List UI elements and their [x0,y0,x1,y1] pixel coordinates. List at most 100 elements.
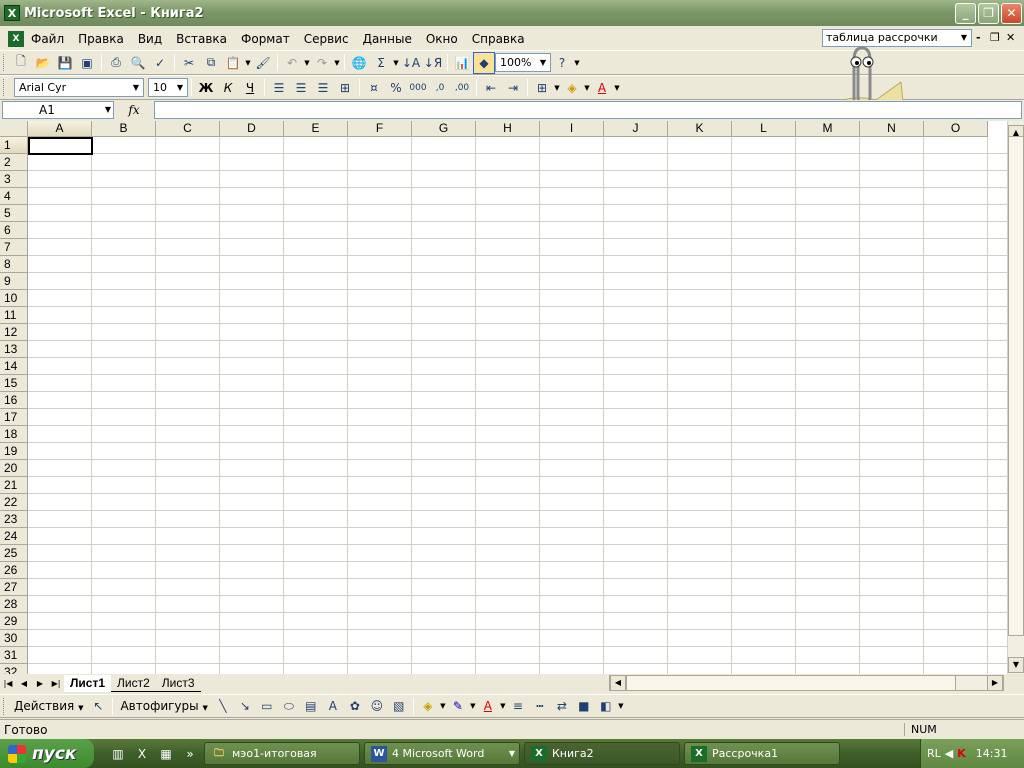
row-header[interactable]: 8 [0,256,28,273]
antivirus-icon[interactable]: K [957,747,966,760]
doc-restore-button[interactable]: ❐ [990,31,1000,44]
excel-app-icon[interactable]: X [4,5,20,21]
3d-icon[interactable]: ◧ [595,695,617,717]
chevron-down-icon[interactable]: ▼ [392,59,400,67]
row-header[interactable]: 17 [0,409,28,426]
row-header[interactable]: 10 [0,290,28,307]
column-header[interactable]: J [604,121,668,137]
chevron-down-icon[interactable]: ▼ [573,59,581,67]
zoom-select[interactable]: 100% ▼ [495,53,551,72]
drawing-icon[interactable]: ◆ [473,51,495,74]
oval-icon[interactable]: ⬭ [278,695,300,717]
permission-icon[interactable]: ▣ [76,52,98,74]
save-icon[interactable]: 💾 [54,52,76,74]
align-center-icon[interactable]: ☰ [290,77,312,99]
column-header[interactable]: F [348,121,412,137]
chevron-down-icon[interactable]: ▼ [439,702,447,710]
chart-wizard-icon[interactable]: 📊 [451,52,473,74]
dash-style-icon[interactable]: ┅ [529,695,551,717]
row-header[interactable]: 3 [0,171,28,188]
row-header[interactable]: 24 [0,528,28,545]
row-header[interactable]: 29 [0,613,28,630]
chevron-down-icon[interactable]: ▼ [583,84,591,92]
row-header[interactable]: 31 [0,647,28,664]
line-color-icon[interactable]: ✎ [447,695,469,717]
next-sheet-icon[interactable]: ▶ [32,679,48,688]
worksheet-grid[interactable]: ABCDEFGHIJKLMNO 1 2 3 4 5 6 7 8 9 10 11 12 13 14 15 16 1… [0,121,1007,674]
increase-decimal-icon[interactable]: ,0 [429,77,451,99]
scroll-down-icon[interactable]: ▼ [1008,657,1024,673]
bold-button[interactable]: Ж [195,77,217,99]
sheet-tab-3[interactable]: Лист3 [155,675,201,692]
row-header[interactable]: 18 [0,426,28,443]
italic-button[interactable]: К [217,77,239,99]
rectangle-icon[interactable]: ▭ [256,695,278,717]
chevron-down-icon[interactable]: ▼ [469,702,477,710]
chevron-down-icon[interactable]: ▼ [957,30,971,46]
font-color-icon[interactable]: A [477,695,499,717]
toolbar-grip[interactable] [3,54,6,71]
scroll-thumb[interactable] [626,675,956,691]
doc-close-button[interactable]: ✕ [1006,31,1015,44]
sheet-tab-2[interactable]: Лист2 [111,675,156,692]
select-objects-icon[interactable]: ↖ [87,695,109,717]
horizontal-scrollbar[interactable]: ◀ ▶ [609,675,1004,691]
column-header[interactable]: D [220,121,284,137]
name-box[interactable]: A1 ▼ [2,101,114,119]
scroll-left-icon[interactable]: ◀ [610,675,626,691]
align-left-icon[interactable]: ☰ [268,77,290,99]
fill-color-icon[interactable]: ◈ [417,695,439,717]
font-size-select[interactable]: 10 ▼ [148,78,188,97]
row-header[interactable]: 21 [0,477,28,494]
increase-indent-icon[interactable]: ⇥ [502,77,524,99]
column-header[interactable]: K [668,121,732,137]
menu-data[interactable]: Данные [356,29,419,49]
row-header[interactable]: 1 [0,137,28,154]
menu-view[interactable]: Вид [131,29,169,49]
task-excel-book2[interactable]: X Книга2 [524,742,680,765]
workbook-icon[interactable]: X [8,30,24,47]
chevron-down-icon[interactable]: ▼ [617,702,625,710]
column-header[interactable]: N [860,121,924,137]
chevron-down-icon[interactable]: ▼ [499,702,507,710]
column-header[interactable]: C [156,121,220,137]
arrow-icon[interactable]: ↘ [234,695,256,717]
chevron-down-icon[interactable]: ▼ [536,54,550,71]
picture-icon[interactable]: ▧ [388,695,410,717]
align-right-icon[interactable]: ☰ [312,77,334,99]
row-header[interactable]: 26 [0,562,28,579]
copy-icon[interactable]: ⧉ [200,52,222,74]
menu-window[interactable]: Окно [419,29,465,49]
quicklaunch-desktop-icon[interactable]: ▥ [108,744,128,764]
close-button[interactable]: ✕ [1001,3,1022,24]
sheet-tab-1[interactable]: Лист1 [64,674,112,692]
row-header[interactable]: 27 [0,579,28,596]
start-button[interactable]: пуск [0,739,94,768]
decrease-indent-icon[interactable]: ⇤ [480,77,502,99]
row-header[interactable]: 2 [0,154,28,171]
row-header[interactable]: 11 [0,307,28,324]
menu-format[interactable]: Формат [234,29,297,49]
doc-minimize-button[interactable]: - [976,31,981,44]
task-excel-installment[interactable]: X Рассрочка1 [684,742,840,765]
comma-style-icon[interactable]: 000 [407,77,429,99]
row-header[interactable]: 19 [0,443,28,460]
column-header[interactable]: B [92,121,156,137]
row-header[interactable]: 14 [0,358,28,375]
draw-actions-button[interactable]: Действия ▼ [10,699,87,713]
column-header[interactable]: I [540,121,604,137]
row-header[interactable]: 30 [0,630,28,647]
row-header[interactable]: 4 [0,188,28,205]
sort-descending-icon[interactable]: ↓Я [422,52,444,74]
row-header[interactable]: 32 [0,664,28,674]
font-color-icon[interactable]: A [591,77,613,99]
font-select[interactable]: Arial Cyr ▼ [14,78,144,97]
chevron-down-icon[interactable]: ▼ [333,59,341,67]
quicklaunch-more-icon[interactable]: » [180,744,200,764]
formula-input[interactable] [154,101,1022,119]
row-header[interactable]: 16 [0,392,28,409]
row-header[interactable]: 23 [0,511,28,528]
currency-icon[interactable]: ¤ [363,77,385,99]
column-header[interactable]: O [924,121,988,137]
print-icon[interactable]: ⎙ [105,52,127,74]
